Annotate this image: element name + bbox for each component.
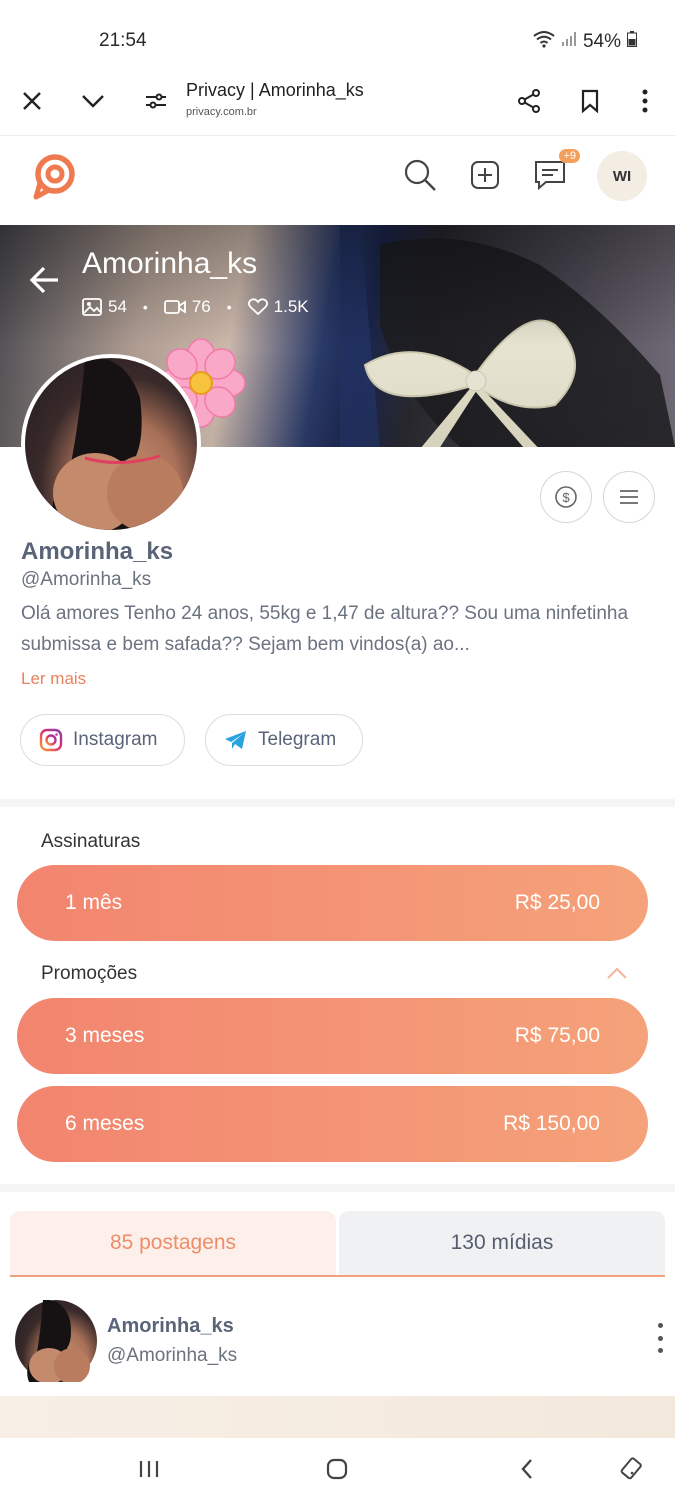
battery-text: 54% [582, 31, 621, 52]
cover-stats: 54 • 76 • 1.5K [82, 297, 309, 317]
telegram-button[interactable]: Telegram [205, 714, 363, 766]
plan-6-months-button[interactable]: 6 meses R$ 150,00 [17, 1086, 648, 1162]
post-media-preview[interactable] [0, 1396, 675, 1438]
post-author-name[interactable]: Amorinha_ks [107, 1315, 234, 1338]
tab-media[interactable]: 130 mídias [339, 1211, 665, 1275]
read-more-link[interactable]: Ler mais [21, 669, 86, 689]
plan-label: 6 meses [65, 1112, 145, 1135]
browser-toolbar: Privacy | Amorinha_ks privacy.com.br [0, 70, 675, 136]
post-author-handle: @Amorinha_ks [107, 1345, 238, 1366]
videos-count: 76 [191, 297, 211, 316]
svg-text:$: $ [562, 490, 570, 505]
photos-stat: 54 [82, 297, 127, 317]
cover-profile-name: Amorinha_ks [82, 247, 258, 280]
post-options-icon[interactable] [652, 1323, 668, 1353]
share-icon[interactable] [514, 86, 544, 116]
plan-1-month-button[interactable]: 1 mês R$ 25,00 [17, 865, 648, 941]
close-icon[interactable] [17, 86, 47, 116]
profile-avatar[interactable] [21, 354, 201, 534]
chevron-down-icon[interactable] [78, 86, 108, 116]
battery-icon [627, 31, 637, 53]
back-icon[interactable] [512, 1454, 542, 1484]
promotions-title: Promoções [41, 963, 138, 984]
chevron-up-icon[interactable] [605, 963, 629, 983]
profile-handle: @Amorinha_ks [21, 569, 152, 590]
instagram-button[interactable]: Instagram [20, 714, 185, 766]
separator-dot: • [226, 299, 232, 315]
subscriptions-title: Assinaturas [41, 831, 141, 852]
photos-count: 54 [108, 297, 127, 316]
avatar-photo [52, 358, 183, 530]
dollar-coin-icon: $ [555, 486, 577, 508]
status-bar: 21:54 54% [0, 0, 675, 80]
section-divider [0, 1184, 675, 1192]
back-arrow-icon[interactable] [28, 263, 62, 297]
plan-price: R$ 25,00 [514, 891, 600, 914]
plan-label: 1 mês [65, 891, 123, 914]
site-header: +9 WI [0, 137, 675, 225]
page-url[interactable]: privacy.com.br [186, 106, 257, 118]
messages-icon[interactable]: +9 [530, 149, 580, 195]
privacy-logo-icon[interactable] [30, 153, 78, 201]
add-post-icon[interactable] [465, 155, 505, 195]
instagram-label: Instagram [73, 729, 158, 750]
plan-price: R$ 75,00 [514, 1024, 600, 1047]
bookmark-icon[interactable] [575, 86, 605, 116]
section-divider [0, 799, 675, 807]
signal-icon [561, 31, 577, 53]
plan-label: 3 meses [65, 1024, 145, 1047]
post-author-avatar[interactable] [15, 1299, 97, 1384]
videos-stat: 76 [163, 297, 211, 317]
status-indicators: 54% [533, 30, 637, 54]
instagram-icon [39, 728, 63, 752]
tab-underline [10, 1275, 665, 1277]
system-nav-bar [0, 1438, 675, 1500]
profile-bio: Olá amores Tenho 24 anos, 55kg e 1,47 de… [21, 603, 629, 655]
more-vert-icon[interactable] [630, 86, 660, 116]
status-time: 21:54 [99, 30, 147, 51]
recent-apps-icon[interactable] [134, 1454, 164, 1484]
menu-button[interactable] [603, 471, 655, 523]
telegram-icon [225, 731, 246, 749]
post-avatar-photo [27, 1299, 90, 1384]
tab-posts[interactable]: 85 postagens [10, 1211, 336, 1275]
telegram-label: Telegram [258, 729, 337, 750]
messages-badge: +9 [559, 149, 580, 163]
plan-3-months-button[interactable]: 3 meses R$ 75,00 [17, 998, 648, 1074]
site-settings-icon[interactable] [141, 86, 171, 116]
menu-icon [620, 490, 638, 504]
video-icon [163, 300, 186, 314]
page-title[interactable]: Privacy | Amorinha_ks [186, 80, 364, 101]
home-icon[interactable] [322, 1454, 352, 1484]
rotate-icon[interactable] [617, 1454, 647, 1484]
plan-price: R$ 150,00 [503, 1112, 600, 1135]
likes-count: 1.5K [273, 297, 309, 316]
image-icon [82, 298, 102, 316]
profile-name: Amorinha_ks [21, 538, 174, 565]
tip-button[interactable]: $ [540, 471, 592, 523]
likes-stat: 1.5K [247, 297, 309, 317]
search-icon[interactable] [400, 155, 440, 195]
separator-dot: • [142, 299, 148, 315]
user-avatar[interactable]: WI [597, 151, 647, 201]
wifi-icon [533, 30, 555, 54]
heart-icon [247, 298, 268, 316]
